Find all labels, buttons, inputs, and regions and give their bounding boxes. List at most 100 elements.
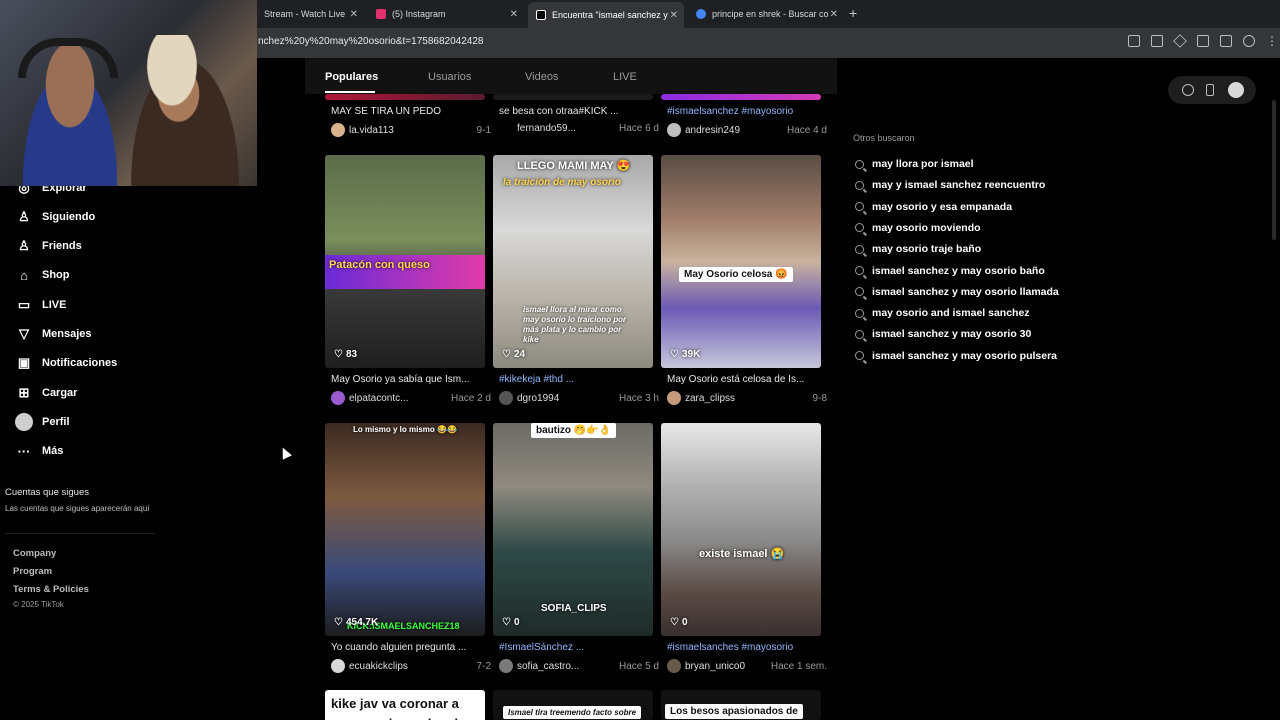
overlay-text: existe ismael 😭 bbox=[699, 548, 785, 560]
related-search-label: ismael sanchez y may osorio baño bbox=[872, 264, 1045, 277]
username[interactable]: bryan_unico0 bbox=[685, 661, 767, 672]
username[interactable]: fernando59... bbox=[517, 123, 615, 134]
bookmark-star-icon[interactable] bbox=[1173, 34, 1187, 48]
footer-link-company[interactable]: Company bbox=[13, 548, 56, 559]
video-thumbnail[interactable]: Los besos apasionados de bbox=[661, 690, 821, 720]
following-accounts-title: Cuentas que sigues bbox=[5, 487, 89, 498]
timestamp: 7-2 bbox=[476, 660, 491, 672]
username[interactable]: sofia_castro... bbox=[517, 661, 615, 672]
avatar[interactable] bbox=[667, 391, 681, 405]
related-search-item[interactable]: ismael sanchez y may osorio baño bbox=[855, 265, 1045, 277]
video-caption[interactable]: #ismaelsanches #mayosorio bbox=[667, 642, 827, 653]
avatar[interactable] bbox=[499, 659, 513, 673]
username[interactable]: la.vida113 bbox=[349, 125, 473, 136]
sidebar-item-mensajes[interactable]: ▽ Mensajes bbox=[15, 324, 92, 344]
video-thumbnail[interactable]: bautizo 🤭👉👌 SOFIA_CLIPS ♡ 0 bbox=[493, 423, 653, 636]
sidebar-item-ms[interactable]: ··· Más bbox=[15, 441, 64, 461]
related-search-item[interactable]: may osorio moviendo bbox=[855, 222, 981, 234]
browser-tab-stream[interactable]: Stream - Watch Live ✕ bbox=[256, 4, 364, 24]
video-thumbnail[interactable] bbox=[325, 94, 485, 100]
sidebar-item-notificaciones[interactable]: ▣ Notificaciones bbox=[15, 353, 117, 373]
overlay-caption: May Osorio celosa 😡 bbox=[679, 267, 793, 282]
video-caption[interactable]: #IsmaelSánchez ... bbox=[499, 642, 659, 653]
related-search-item[interactable]: may osorio traje baño bbox=[855, 243, 981, 255]
avatar[interactable] bbox=[499, 391, 513, 405]
tab-videos[interactable]: Videos bbox=[525, 71, 558, 83]
username[interactable]: zara_clipss bbox=[685, 393, 809, 404]
footer-link-terms[interactable]: Terms & Policies bbox=[13, 584, 89, 595]
avatar[interactable] bbox=[1228, 82, 1244, 98]
like-count: ♡ 39K bbox=[670, 349, 700, 360]
video-thumbnail[interactable]: Patacón con queso ♡ 83 bbox=[325, 155, 485, 368]
video-thumbnail[interactable] bbox=[661, 94, 821, 100]
like-count: ♡ 0 bbox=[502, 617, 520, 628]
video-thumbnail[interactable]: LLEGO MAMI MAY 😍 la traición de may osor… bbox=[493, 155, 653, 368]
browser-tab-tiktok[interactable]: Encuentra "ismael sanchez y ✕ bbox=[528, 2, 684, 28]
tab-usuarios[interactable]: Usuarios bbox=[428, 71, 471, 83]
video-thumbnail[interactable]: Lo mismo y lo mismo 😂😂 KICK:ISMAELSANCHE… bbox=[325, 423, 485, 636]
username[interactable]: ecuakickclips bbox=[349, 661, 473, 672]
sidebar-item-siguiendo[interactable]: ♙ Siguiendo bbox=[15, 207, 95, 227]
sidebar-item-perfil[interactable]: Perfil bbox=[15, 412, 70, 432]
video-thumbnail[interactable]: existe ismael 😭 ♡ 0 bbox=[661, 423, 821, 636]
close-icon[interactable]: ✕ bbox=[670, 10, 678, 21]
sidebar-item-live[interactable]: ▭ LIVE bbox=[15, 295, 67, 315]
browser-tab-instagram[interactable]: (5) Instagram ✕ bbox=[368, 4, 524, 24]
sidepanel-icon[interactable] bbox=[1197, 35, 1209, 47]
avatar[interactable] bbox=[331, 659, 345, 673]
new-tab-button[interactable]: + bbox=[849, 5, 857, 21]
close-icon[interactable]: ✕ bbox=[830, 9, 838, 20]
video-caption[interactable]: se besa con otraa#KICK ... bbox=[499, 106, 659, 117]
phone-icon[interactable] bbox=[1206, 84, 1214, 96]
browser-tab-google[interactable]: principe en shrek - Buscar co ✕ bbox=[688, 4, 844, 24]
footer-link-program[interactable]: Program bbox=[13, 566, 52, 577]
video-thumbnail[interactable]: Ismael tira treemendo facto sobre bbox=[493, 690, 653, 720]
sidebar-item-label: Perfil bbox=[42, 416, 70, 428]
username[interactable]: andresin249 bbox=[685, 125, 783, 136]
video-caption[interactable]: MAY SE TIRA UN PEDO bbox=[331, 106, 491, 117]
avatar[interactable] bbox=[667, 659, 681, 673]
avatar[interactable] bbox=[667, 123, 681, 137]
url-field[interactable]: nchez%20y%20may%20osorio&t=1758682042428 bbox=[258, 36, 483, 47]
related-search-item[interactable]: ismael sanchez y may osorio 30 bbox=[855, 328, 1031, 340]
cast-icon[interactable] bbox=[1128, 35, 1140, 47]
video-thumbnail[interactable]: May Osorio celosa 😡 ♡ 39K bbox=[661, 155, 821, 368]
related-search-item[interactable]: may osorio y esa empanada bbox=[855, 201, 1012, 213]
avatar[interactable] bbox=[331, 391, 345, 405]
related-search-item[interactable]: ismael sanchez y may osorio pulsera bbox=[855, 350, 1057, 362]
username[interactable]: dgro1994 bbox=[517, 393, 615, 404]
scrollbar[interactable] bbox=[1272, 100, 1276, 240]
video-caption[interactable]: #ismaelsanchez #mayosorio bbox=[667, 106, 827, 117]
media-controls-icon[interactable] bbox=[1220, 35, 1232, 47]
tab-populares[interactable]: Populares bbox=[325, 71, 378, 83]
sidebar-item-cargar[interactable]: ⊞ Cargar bbox=[15, 383, 78, 403]
avatar[interactable] bbox=[331, 123, 345, 137]
likes-value: 24 bbox=[513, 349, 526, 360]
close-icon[interactable]: ✕ bbox=[510, 9, 518, 20]
compass-icon[interactable] bbox=[1182, 84, 1194, 96]
translate-icon[interactable] bbox=[1151, 35, 1163, 47]
video-thumbnail[interactable]: kike jav va coronar a may osorio un dos … bbox=[325, 690, 485, 720]
username[interactable]: elpatacontc... bbox=[349, 393, 447, 404]
tab-title: Stream - Watch Live bbox=[264, 9, 346, 19]
video-caption[interactable]: #kikekeja #thd ... bbox=[499, 374, 659, 385]
close-icon[interactable]: ✕ bbox=[350, 9, 358, 20]
heart-icon: ♡ bbox=[334, 349, 343, 360]
video-caption[interactable]: Yo cuando alguien pregunta ... bbox=[331, 642, 491, 653]
related-search-item[interactable]: may osorio and ismael sanchez bbox=[855, 307, 1030, 319]
video-caption[interactable]: May Osorio está celosa de Is... bbox=[667, 374, 827, 385]
profile-icon[interactable] bbox=[1243, 35, 1255, 47]
overlay-text: SOFIA_CLIPS bbox=[541, 603, 607, 614]
video-caption[interactable]: May Osorio ya sabía que Ism... bbox=[331, 374, 491, 385]
related-search-item[interactable]: may llora por ismael bbox=[855, 158, 974, 170]
video-thumbnail[interactable] bbox=[493, 94, 653, 100]
timestamp: Hace 6 d bbox=[618, 123, 659, 134]
related-search-item[interactable]: may y ismael sanchez reencuentro bbox=[855, 179, 1045, 191]
sidebar-item-shop[interactable]: ⌂ Shop bbox=[15, 265, 69, 285]
sidebar-item-friends[interactable]: ♙ Friends bbox=[15, 236, 82, 256]
menu-dots-icon[interactable]: ⋮ bbox=[1266, 35, 1278, 47]
following-icon: ♙ bbox=[18, 209, 30, 224]
likes-value: 454.7K bbox=[345, 617, 379, 628]
tab-live[interactable]: LIVE bbox=[613, 71, 637, 83]
related-search-item[interactable]: ismael sanchez y may osorio llamada bbox=[855, 286, 1059, 298]
